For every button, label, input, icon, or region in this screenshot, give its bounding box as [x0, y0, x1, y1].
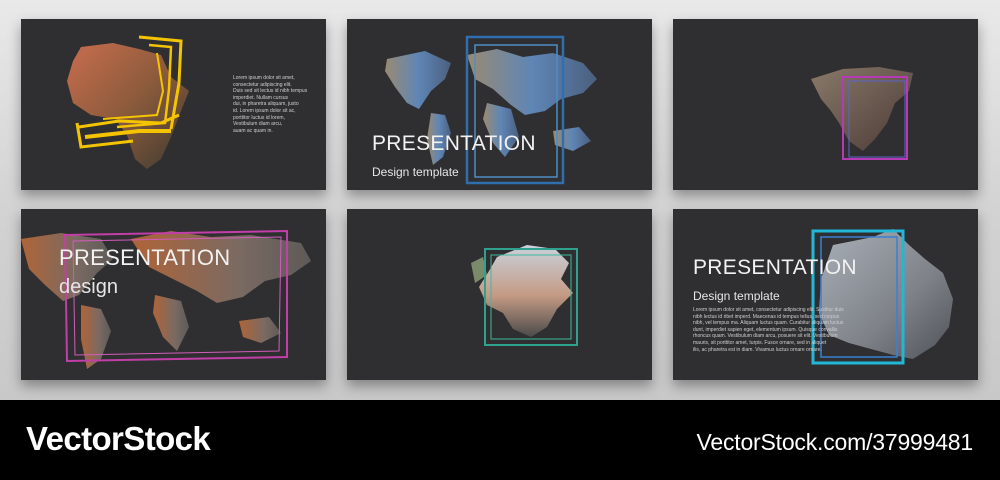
slide-africa: Lorem ipsum dolor sit amet, consectetur a…: [21, 19, 326, 190]
slide-body-text: Lorem ipsum dolor sit amet, consectetur …: [693, 307, 844, 353]
slide-world-blue: PRESENTATION Design template: [347, 19, 652, 190]
slide-subtitle: design: [59, 276, 118, 298]
northamerica-map-graphic: [811, 67, 913, 160]
slide-body-text: Lorem ipsum dolor sit amet, consectetur a…: [233, 75, 308, 134]
slide-northamerica: [673, 19, 978, 190]
europe-map-graphic: [471, 245, 578, 346]
brand-logo: VectorStock: [26, 420, 211, 457]
stock-image: Lorem ipsum dolor sit amet, consectetur a…: [0, 0, 1000, 480]
slide-australia: PRESENTATION Design template Lorem ipsum…: [673, 209, 978, 380]
slide-title: PRESENTATION: [693, 256, 857, 279]
slide-world-pink: PRESENTATION design: [21, 209, 326, 380]
slide-title: PRESENTATION: [372, 132, 536, 155]
footer-bar: VectorStock VectorStock.com/37999481: [0, 400, 1000, 480]
stock-id: VectorStock.com/37999481: [696, 429, 974, 455]
slide-europe: [347, 209, 652, 380]
slide-subtitle: Design template: [372, 165, 459, 179]
slide-subtitle: Design template: [693, 289, 780, 303]
slide-title: PRESENTATION: [59, 245, 231, 270]
